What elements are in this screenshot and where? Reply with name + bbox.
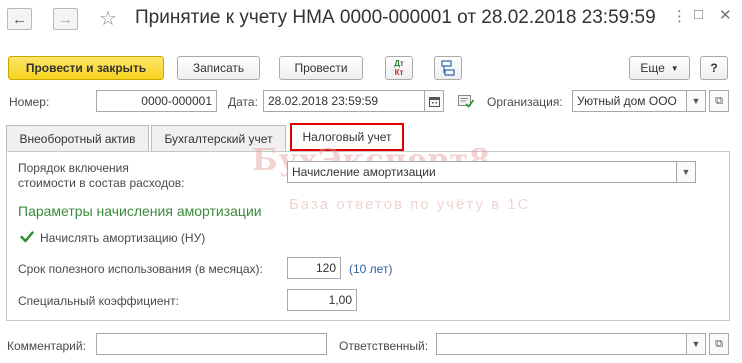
number-label: Номер: (9, 95, 50, 109)
forward-button[interactable]: → (53, 8, 78, 30)
help-button[interactable]: ? (700, 56, 728, 80)
kt-label: Кт (394, 68, 404, 77)
calendar-button[interactable] (424, 90, 444, 112)
expense-order-dropdown[interactable]: ▼ (676, 161, 696, 183)
open-icon: ⧉ (715, 337, 723, 350)
chevron-down-icon: ▼ (691, 96, 701, 106)
section-title: Параметры начисления амортизации (18, 203, 262, 219)
arrow-right-icon: → (58, 10, 73, 28)
date-field[interactable]: 28.02.2018 23:59:59 (263, 90, 425, 112)
responsible-input[interactable] (436, 333, 687, 355)
responsible-open-button[interactable]: ⧉ (709, 333, 729, 355)
useful-life-input[interactable]: 120 (287, 257, 341, 279)
comment-label: Комментарий: (7, 339, 86, 353)
coefficient-label: Специальный коэффициент: (18, 294, 179, 308)
comment-input[interactable] (96, 333, 327, 355)
organization-open-button[interactable]: ⧉ (709, 90, 729, 112)
coefficient-input[interactable]: 1,00 (287, 289, 357, 311)
watermark-subtitle: База ответов по учёту в 1С (289, 196, 531, 213)
restore-icon[interactable]: □ (694, 6, 703, 23)
history-button[interactable] (458, 94, 475, 111)
close-icon[interactable]: ✕ (719, 6, 732, 24)
checkmark-icon (20, 231, 34, 243)
expense-order-label-line2: стоимости в состав расходов: (18, 176, 185, 190)
open-icon: ⧉ (715, 94, 723, 107)
expense-order-select[interactable]: Начисление амортизации (287, 161, 677, 183)
structure-icon (441, 60, 455, 76)
dt-label: Дт (394, 59, 404, 68)
kebab-icon[interactable]: ⋮ (672, 7, 687, 25)
useful-life-label: Срок полезного использования (в месяцах)… (18, 262, 263, 276)
accrue-checkbox-label: Начислять амортизацию (НУ) (40, 231, 206, 245)
accrue-checkbox[interactable] (20, 230, 34, 243)
save-button[interactable]: Записать (177, 56, 260, 80)
useful-life-hint[interactable]: (10 лет) (349, 262, 392, 276)
structure-button[interactable] (434, 56, 462, 80)
chevron-down-icon: ▼ (681, 167, 691, 177)
organization-field[interactable]: Уютный дом ООО (572, 90, 687, 112)
more-button[interactable]: Еще ▼ (629, 56, 690, 80)
tab-non-current-asset[interactable]: Внеоборотный актив (6, 125, 149, 151)
more-label: Еще (640, 61, 665, 75)
calendar-icon (428, 96, 440, 107)
post-button[interactable]: Провести (279, 56, 363, 80)
back-button[interactable]: ← (7, 8, 32, 30)
page-title: Принятие к учету НМА 0000-000001 от 28.0… (135, 7, 656, 28)
number-field[interactable]: 0000-000001 (96, 90, 217, 112)
responsible-label: Ответственный: (339, 339, 429, 353)
organization-label: Организация: (487, 95, 563, 109)
chevron-down-icon: ▼ (691, 339, 701, 349)
post-and-close-button[interactable]: Провести и закрыть (8, 56, 164, 80)
responsible-dropdown[interactable]: ▼ (686, 333, 706, 355)
organization-dropdown[interactable]: ▼ (686, 90, 706, 112)
star-icon[interactable]: ☆ (99, 6, 117, 31)
expense-order-label-line1: Порядок включения (18, 161, 129, 175)
check-list-icon (458, 95, 475, 108)
dt-kt-button[interactable]: Дт Кт (385, 56, 413, 80)
date-label: Дата: (228, 95, 258, 109)
chevron-down-icon: ▼ (670, 63, 679, 73)
arrow-left-icon: ← (12, 10, 27, 28)
